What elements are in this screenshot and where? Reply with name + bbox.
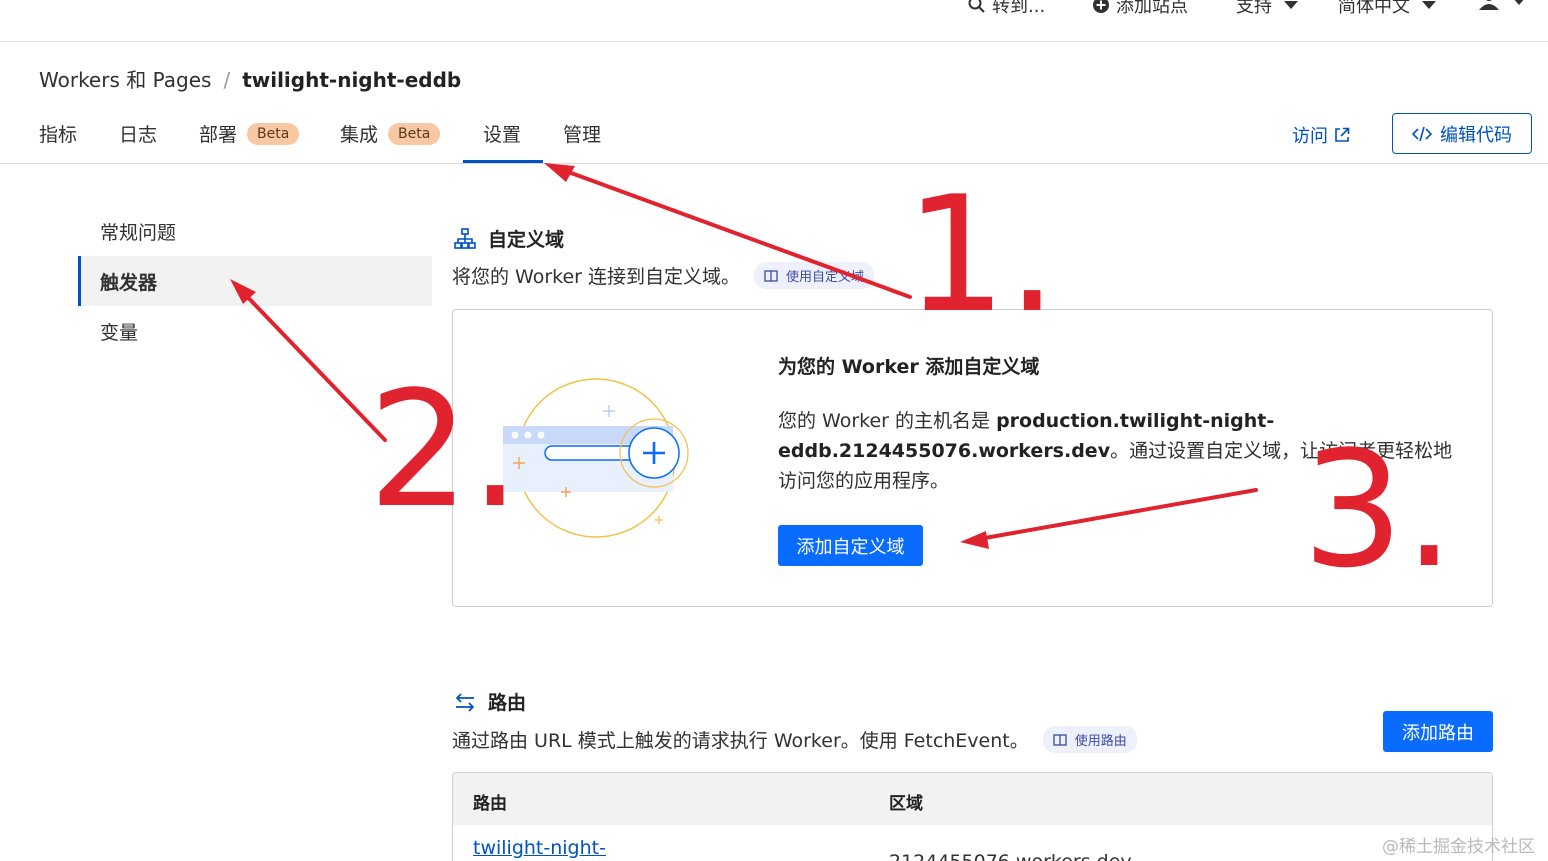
sidebar-item-general[interactable]: 常规问题 — [78, 206, 432, 256]
add-site-label: 添加站点 — [1116, 0, 1188, 17]
visit-label: 访问 — [1292, 126, 1328, 147]
annotation-number-1: 1. — [905, 161, 1058, 348]
sitemap-icon — [454, 227, 476, 249]
breadcrumb-parent[interactable]: Workers 和 Pages — [39, 64, 211, 93]
annotation-number-2: 2. — [368, 356, 521, 543]
tab-bar: 指标 日志 部署 Beta 集成 Beta 设置 管理 访问 编辑代码 — [0, 108, 1548, 164]
tab-manage[interactable]: 管理 — [563, 120, 601, 147]
tab-label: 指标 — [39, 124, 78, 146]
sidebar-item-triggers[interactable]: 触发器 — [78, 256, 432, 306]
top-bar: 转到... 添加站点 支持 简体中文 — [0, 0, 1548, 42]
routes-description: 通过路由 URL 模式上触发的请求执行 Worker。使用 FetchEvent… — [452, 726, 1137, 753]
table-row: twilight-night- 2124455076.workers.dev — [453, 825, 1492, 861]
watermark: @稀土掘金技术社区 — [1382, 837, 1535, 857]
code-icon — [1412, 126, 1432, 141]
swap-arrows-icon — [455, 692, 475, 712]
sidebar-item-variables[interactable]: 变量 — [78, 306, 432, 356]
tab-label: 日志 — [119, 124, 158, 146]
beta-badge: Beta — [247, 122, 300, 145]
custom-domain-doc-link[interactable]: 使用自定义域 — [754, 262, 875, 289]
tab-deployments[interactable]: 部署 Beta — [199, 120, 300, 147]
column-header-zone: 区域 — [889, 794, 923, 814]
breadcrumb: Workers 和 Pages / twilight-night-eddb — [39, 64, 461, 93]
active-tab-indicator — [463, 160, 543, 163]
doc-link-label: 使用路由 — [1074, 734, 1127, 749]
tab-integrations[interactable]: 集成 Beta — [340, 120, 441, 147]
route-zone: 2124455076.workers.dev — [889, 851, 1132, 861]
section-title: 自定义域 — [488, 229, 565, 251]
section-description: 将您的 Worker 连接到自定义域。 — [452, 266, 741, 288]
goto-search[interactable]: 转到... — [968, 0, 1045, 18]
routes-table: 路由 区域 twilight-night- 2124455076.workers… — [452, 772, 1493, 861]
tab-label: 部署 — [199, 124, 238, 146]
book-icon — [764, 269, 778, 282]
chevron-down-icon — [1512, 0, 1526, 5]
tab-logs[interactable]: 日志 — [119, 120, 157, 147]
sidebar-item-label: 常规问题 — [100, 221, 177, 244]
add-custom-domain-button[interactable]: 添加自定义域 — [778, 525, 923, 566]
external-link-icon — [1335, 127, 1350, 142]
table-header: 路由 区域 — [453, 773, 1492, 825]
support-label: 支持 — [1236, 0, 1272, 17]
settings-sidebar: 常规问题 触发器 变量 — [78, 206, 432, 356]
doc-link-label: 使用自定义域 — [786, 270, 865, 285]
chevron-down-icon — [1284, 1, 1298, 9]
column-header-route: 路由 — [473, 794, 507, 814]
card-title: 为您的 Worker 添加自定义域 — [778, 356, 1040, 378]
support-menu[interactable]: 支持 — [1236, 0, 1298, 18]
visit-link[interactable]: 访问 — [1292, 122, 1350, 148]
tab-metrics[interactable]: 指标 — [39, 120, 77, 147]
language-menu[interactable]: 简体中文 — [1338, 0, 1436, 18]
edit-code-label: 编辑代码 — [1440, 124, 1512, 146]
user-menu[interactable] — [1478, 0, 1526, 10]
page-title: twilight-night-eddb — [242, 68, 462, 92]
book-icon — [1053, 733, 1067, 746]
routes-doc-link[interactable]: 使用路由 — [1042, 726, 1137, 753]
search-icon — [968, 0, 985, 13]
section-description: 通过路由 URL 模式上触发的请求执行 Worker。使用 FetchEvent… — [452, 730, 1029, 752]
annotation-number-3: 3. — [1302, 416, 1455, 603]
custom-domain-description: 将您的 Worker 连接到自定义域。 使用自定义域 — [452, 262, 875, 289]
card-text-prefix: 您的 Worker 的主机名是 — [778, 410, 991, 432]
chevron-down-icon — [1422, 1, 1436, 9]
breadcrumb-separator: / — [223, 68, 231, 92]
tab-label: 设置 — [483, 124, 522, 146]
custom-domain-heading: 自定义域 — [454, 225, 564, 252]
arrowhead-1 — [544, 163, 575, 182]
routes-heading: 路由 — [454, 688, 526, 715]
goto-label: 转到... — [992, 0, 1046, 17]
tab-settings[interactable]: 设置 — [483, 120, 521, 147]
sidebar-item-label: 触发器 — [100, 271, 158, 294]
language-label: 简体中文 — [1338, 0, 1410, 17]
add-route-button[interactable]: 添加路由 — [1383, 711, 1493, 752]
tab-label: 管理 — [563, 124, 602, 146]
user-icon — [1479, 0, 1499, 10]
tab-label: 集成 — [340, 124, 379, 146]
route-link[interactable]: twilight-night- — [473, 837, 606, 859]
plus-circle-icon — [1093, 0, 1109, 13]
add-site-button[interactable]: 添加站点 — [1092, 0, 1188, 18]
browser-add-illustration — [503, 378, 689, 538]
edit-code-button[interactable]: 编辑代码 — [1392, 113, 1532, 154]
section-title: 路由 — [488, 692, 527, 714]
beta-badge: Beta — [388, 122, 441, 145]
sidebar-item-label: 变量 — [100, 321, 139, 344]
